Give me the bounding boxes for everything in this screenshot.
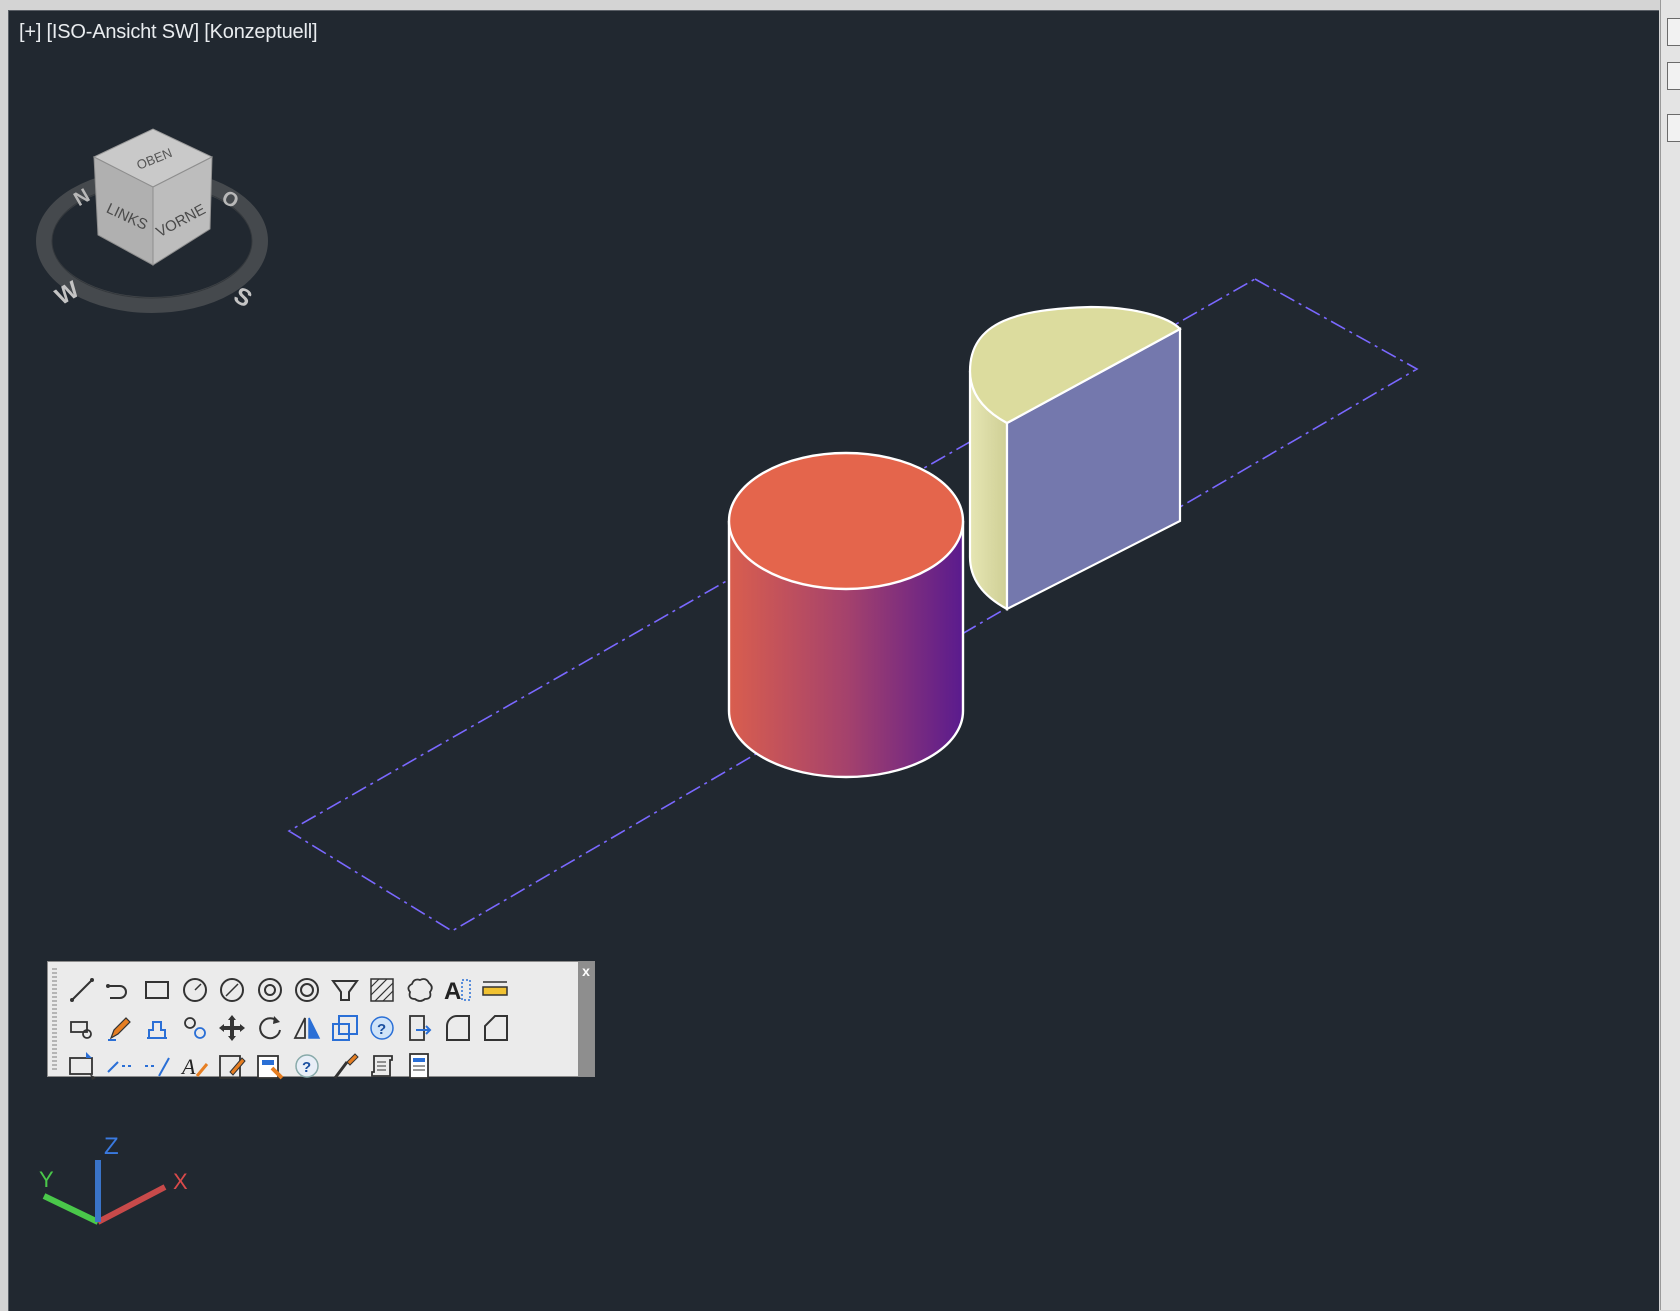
line-icon[interactable] [64, 972, 100, 1008]
donut-small-icon[interactable] [289, 972, 325, 1008]
text-edit-icon[interactable] [214, 1048, 250, 1084]
svg-text:?: ? [377, 1021, 386, 1038]
circle-icon[interactable] [177, 972, 213, 1008]
mirror-icon[interactable] [289, 1010, 325, 1046]
scale-icon[interactable] [327, 1010, 363, 1046]
match-properties-icon[interactable] [327, 1048, 363, 1084]
break-at-point-icon[interactable] [102, 1048, 138, 1084]
svg-text:A: A [180, 1054, 196, 1079]
help-icon[interactable]: ? [364, 1010, 400, 1046]
model-scene: OBEN LINKS VORNE N O W S X Y Z [36, 128, 1419, 1225]
floating-toolbar[interactable]: x A ? A? [47, 961, 595, 1080]
svg-text:A: A [444, 978, 461, 1005]
revision-cloud-icon[interactable] [402, 972, 438, 1008]
break-icon[interactable] [139, 1048, 175, 1084]
hatch-icon[interactable] [364, 972, 400, 1008]
svg-text:?: ? [302, 1059, 311, 1076]
polyline-icon[interactable] [102, 972, 138, 1008]
block-icon[interactable] [64, 1010, 100, 1046]
panel-button[interactable] [1667, 114, 1680, 142]
right-panel-strip [1660, 0, 1680, 1310]
half-cylinder-solid[interactable] [968, 305, 1182, 611]
ucs-z-label: Z [104, 1133, 119, 1160]
panel-button[interactable] [1667, 62, 1680, 90]
stretch-icon[interactable] [139, 1010, 175, 1046]
help-2-icon[interactable]: ? [289, 1048, 325, 1084]
drawing-viewport[interactable]: OBEN LINKS VORNE N O W S X Y Z [+] [ISO-… [8, 10, 1659, 1311]
rotate-icon[interactable] [252, 1010, 288, 1046]
ucs-y-label: Y [39, 1167, 54, 1192]
fillet-icon[interactable] [439, 1010, 475, 1046]
script-icon[interactable] [364, 1048, 400, 1084]
insert-icon[interactable] [402, 1010, 438, 1046]
donut-icon[interactable] [252, 972, 288, 1008]
toolbar-grip[interactable] [52, 968, 57, 1070]
ucs-icon: X Y Z [39, 1133, 188, 1225]
edit-pencil-icon[interactable] [102, 1010, 138, 1046]
cylinder-solid[interactable] [727, 451, 965, 779]
drawing-area-icon[interactable] [64, 1048, 100, 1084]
panel-button[interactable] [1667, 18, 1680, 46]
measure-icon[interactable] [477, 972, 513, 1008]
chamfer-icon[interactable] [477, 1010, 513, 1046]
ucs-x-label: X [173, 1169, 188, 1194]
toolbar-close-button[interactable]: x [578, 962, 594, 1076]
move-icon[interactable] [214, 1010, 250, 1046]
region-icon[interactable] [327, 972, 363, 1008]
copy-icon[interactable] [177, 1010, 213, 1046]
text-style-icon[interactable]: A [177, 1048, 213, 1084]
cylinder-top [727, 451, 965, 591]
circle-radius-icon[interactable] [214, 972, 250, 1008]
viewport-label[interactable]: [+] [ISO-Ansicht SW] [Konzeptuell] [19, 21, 318, 44]
list-icon[interactable] [402, 1048, 438, 1084]
properties-icon[interactable] [252, 1048, 288, 1084]
multiline-text-icon[interactable]: A [439, 972, 475, 1008]
rectangle-icon[interactable] [139, 972, 175, 1008]
viewcube[interactable]: OBEN LINKS VORNE N O W S [36, 128, 268, 313]
